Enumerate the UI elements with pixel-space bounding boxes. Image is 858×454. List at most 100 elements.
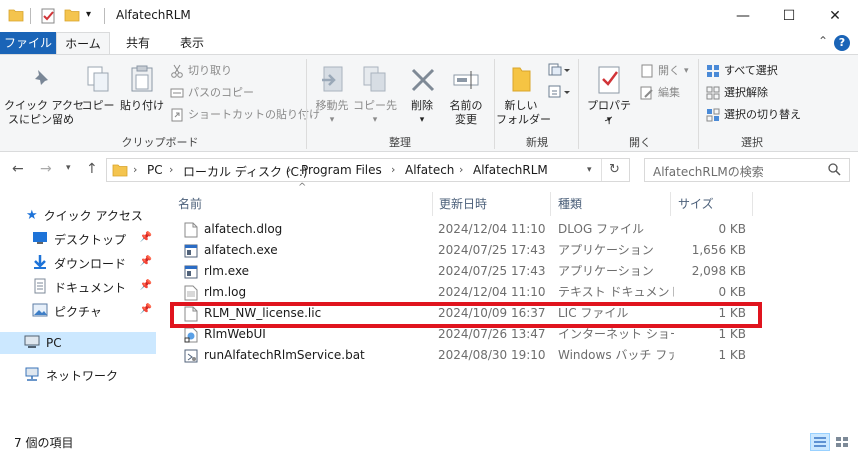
text-document-icon — [184, 285, 198, 300]
tab-file[interactable]: ファイル — [0, 32, 56, 54]
nav-pictures[interactable]: ピクチャ 📌 — [0, 300, 156, 322]
file-row[interactable]: rlm.exe 2024/07/25 17:43 アプリケーション 2,098 … — [174, 261, 760, 282]
file-row[interactable]: alfatech.dlog 2024/12/04 11:10 DLOG ファイル… — [174, 219, 760, 240]
breadcrumb-alfatech[interactable]: Alfatech — [405, 163, 454, 177]
customize-dropdown-icon[interactable]: ▾ — [86, 9, 91, 20]
recent-locations-icon[interactable]: ▾ — [66, 163, 71, 173]
network-icon — [24, 366, 40, 385]
column-header-size[interactable]: サイズ — [678, 192, 754, 216]
breadcrumb-chevron-icon[interactable]: › — [169, 163, 173, 176]
properties-check-icon[interactable] — [40, 8, 56, 27]
paste-icon — [130, 65, 154, 96]
back-arrow-icon[interactable]: ← — [12, 161, 24, 177]
new-item-icon[interactable] — [548, 63, 572, 80]
file-name-cell: alfatech.exe — [184, 240, 430, 261]
breadcrumb-chevron-icon[interactable]: › — [287, 163, 291, 176]
nav-network[interactable]: ネットワーク — [0, 364, 156, 386]
breadcrumb-chevron-icon[interactable]: › — [391, 163, 395, 176]
details-view-icon[interactable] — [810, 433, 830, 451]
cut-button[interactable]: 切り取り — [170, 62, 232, 80]
edit-button[interactable]: 編集 — [640, 84, 680, 102]
open-file-icon — [640, 64, 654, 78]
breadcrumb-alfatechrlm[interactable]: AlfatechRLM — [473, 163, 548, 177]
open-button[interactable]: 開く ▾ — [640, 62, 689, 80]
nav-quick-access[interactable]: ★ クイック アクセス — [0, 204, 156, 226]
document-icon — [184, 222, 198, 237]
up-arrow-icon[interactable]: ↑ — [86, 161, 98, 177]
nav-desktop[interactable]: デスクトップ 📌 — [0, 228, 156, 250]
breadcrumb-chevron-icon[interactable]: › — [133, 163, 137, 176]
tab-share[interactable]: 共有 — [118, 32, 158, 54]
address-dropdown-icon[interactable]: ▾ — [587, 165, 592, 175]
copy-icon — [86, 65, 110, 96]
nav-pc[interactable]: PC — [0, 332, 156, 354]
easy-access-icon[interactable] — [548, 85, 572, 102]
file-name: rlm.log — [204, 285, 247, 299]
title-bar: ▾ AlfatechRLM — ☐ ✕ — [0, 0, 858, 32]
pin-icon[interactable]: 📌 — [140, 256, 152, 267]
tab-view[interactable]: 表示 — [172, 32, 212, 54]
nav-downloads[interactable]: ダウンロード 📌 — [0, 252, 156, 274]
item-count: 7 個の項目 — [14, 436, 74, 450]
new-folder-icon[interactable] — [64, 8, 80, 25]
breadcrumb-chevron-icon[interactable]: › — [459, 163, 463, 176]
copy-to-dropdown-icon: ▾ — [372, 115, 378, 125]
open-group-label: 開く — [629, 136, 651, 149]
invert-selection-button[interactable]: 選択の切り替え — [706, 106, 801, 124]
column-header-date[interactable]: 更新日時 — [439, 192, 549, 216]
copy-to-icon — [362, 65, 388, 98]
select-all-icon — [706, 64, 720, 78]
breadcrumb-pc[interactable]: PC — [147, 163, 163, 177]
minimize-button[interactable]: — — [720, 0, 766, 32]
help-icon[interactable]: ? — [834, 35, 850, 51]
address-row: ← → ▾ ↑ › PC › ローカル ディスク (C:) › Program … — [0, 152, 858, 188]
refresh-icon[interactable]: ↻ — [609, 162, 620, 177]
file-name-cell: alfatech.dlog — [184, 219, 430, 240]
nav-documents[interactable]: ドキュメント 📌 — [0, 276, 156, 298]
tab-home[interactable]: ホーム — [56, 32, 110, 54]
open-label: 開く — [658, 64, 680, 77]
column-divider[interactable] — [752, 192, 753, 216]
forward-arrow-icon[interactable]: → — [40, 161, 52, 177]
close-button[interactable]: ✕ — [812, 0, 858, 32]
select-none-button[interactable]: 選択解除 — [706, 84, 768, 102]
pin-icon — [30, 67, 54, 96]
file-row[interactable]: rlm.log 2024/12/04 11:10 テキスト ドキュメント 0 K… — [174, 282, 760, 303]
folder-icon — [112, 163, 128, 180]
folder-icon[interactable] — [8, 8, 24, 25]
new-group-label: 新規 — [526, 136, 548, 149]
delete-label: 削除 — [411, 99, 433, 112]
copy-path-button[interactable]: パスのコピー — [170, 84, 254, 102]
pin-icon[interactable]: 📌 — [140, 232, 152, 243]
collapse-ribbon-icon[interactable]: ⌃ — [818, 34, 828, 48]
file-name: alfatech.exe — [204, 243, 278, 257]
column-divider[interactable] — [670, 192, 671, 216]
file-type: DLOG ファイル — [558, 222, 645, 236]
search-input[interactable]: AlfatechRLMの検索 — [644, 158, 850, 182]
column-header-type[interactable]: 種類 — [558, 192, 668, 216]
file-row[interactable]: runAlfatechRlmService.bat 2024/08/30 19:… — [174, 345, 760, 366]
copy-to-label: コピー先 — [353, 99, 397, 112]
paste-shortcut-button[interactable]: ショートカットの貼り付け — [170, 106, 320, 124]
cut-label: 切り取り — [188, 64, 232, 77]
nav-downloads-label: ダウンロード — [54, 256, 127, 271]
file-row[interactable]: alfatech.exe 2024/07/25 17:43 アプリケーション 1… — [174, 240, 760, 261]
application-icon — [184, 244, 198, 257]
column-divider[interactable] — [550, 192, 551, 216]
pin-icon[interactable]: 📌 — [140, 304, 152, 315]
pin-quick-access-label: クイック アクセ スにピン留め — [4, 99, 84, 126]
select-all-label: すべて選択 — [724, 64, 778, 77]
batch-file-icon — [184, 349, 198, 362]
column-header-name[interactable]: 名前 — [178, 192, 434, 216]
maximize-button[interactable]: ☐ — [766, 0, 812, 32]
column-divider[interactable] — [432, 192, 433, 216]
breadcrumb-program-files[interactable]: Program Files — [301, 163, 382, 177]
address-bar[interactable]: › PC › ローカル ディスク (C:) › Program Files › … — [106, 158, 630, 182]
select-all-button[interactable]: すべて選択 — [706, 62, 778, 80]
pin-icon[interactable]: 📌 — [140, 280, 152, 291]
delete-dropdown-icon: ▾ — [419, 115, 425, 125]
large-icons-view-icon[interactable] — [832, 433, 852, 451]
status-bar: 7 個の項目 — [0, 430, 858, 454]
file-size: 2,098 KB — [691, 264, 746, 278]
file-date: 2024/07/25 17:43 — [438, 243, 546, 257]
